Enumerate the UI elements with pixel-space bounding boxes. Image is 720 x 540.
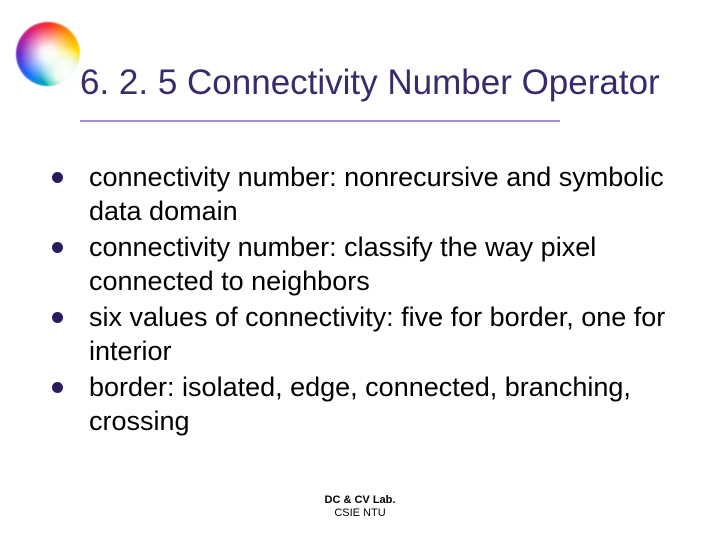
color-wheel-icon bbox=[16, 22, 80, 86]
footer: DC & CV Lab. CSIE NTU bbox=[0, 494, 720, 520]
title-underline bbox=[80, 120, 560, 122]
bullet-icon bbox=[52, 382, 63, 393]
list-item-text: connectivity number: nonrecursive and sy… bbox=[89, 160, 700, 228]
bullet-icon bbox=[52, 312, 63, 323]
list-item: border: isolated, edge, connected, branc… bbox=[52, 370, 700, 438]
list-item: connectivity number: classify the way pi… bbox=[52, 230, 700, 298]
slide-title: 6. 2. 5 Connectivity Number Operator bbox=[80, 62, 708, 104]
list-item-text: six values of connectivity: five for bor… bbox=[89, 300, 700, 368]
list-item-text: connectivity number: classify the way pi… bbox=[89, 230, 700, 298]
footer-line-1: DC & CV Lab. bbox=[0, 494, 720, 507]
bullet-list: connectivity number: nonrecursive and sy… bbox=[52, 160, 700, 440]
list-item: connectivity number: nonrecursive and sy… bbox=[52, 160, 700, 228]
footer-line-2: CSIE NTU bbox=[0, 507, 720, 520]
bullet-icon bbox=[52, 172, 63, 183]
list-item-text: border: isolated, edge, connected, branc… bbox=[89, 370, 700, 438]
list-item: six values of connectivity: five for bor… bbox=[52, 300, 700, 368]
slide: 6. 2. 5 Connectivity Number Operator con… bbox=[0, 0, 720, 540]
bullet-icon bbox=[52, 242, 63, 253]
